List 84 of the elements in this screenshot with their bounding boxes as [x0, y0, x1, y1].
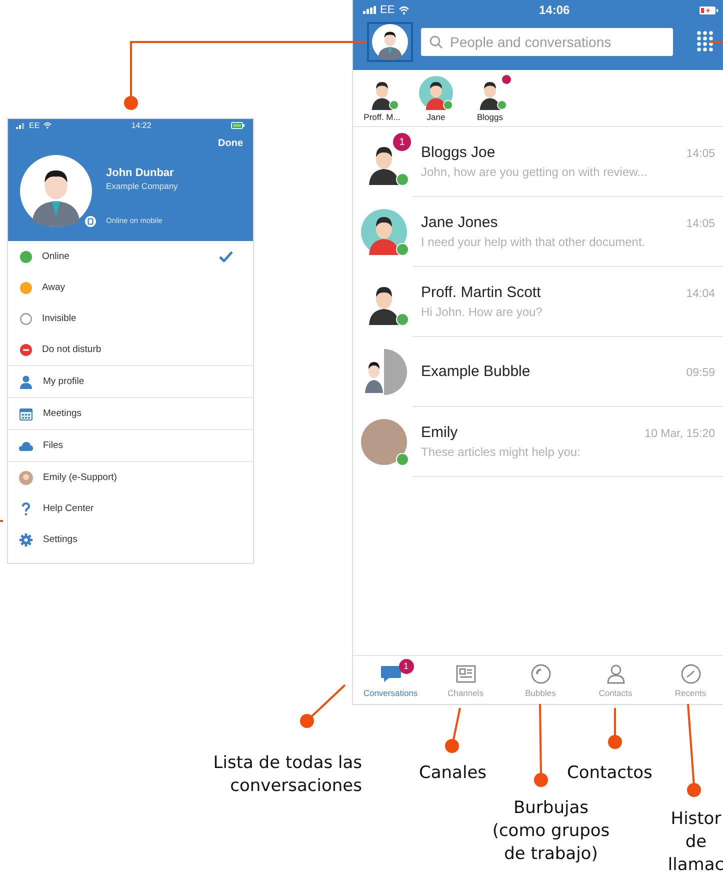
presence-dot	[396, 243, 409, 256]
calendar-icon	[19, 406, 33, 420]
avatar	[419, 76, 453, 110]
conversation-item[interactable]: 1 Bloggs Joe 14:05 John, how are you getting on with review...	[353, 127, 723, 197]
presence-dot	[396, 313, 409, 326]
message-time: 14:05	[686, 218, 715, 230]
status-option[interactable]: Do not disturb	[8, 334, 253, 365]
message-time: 09:59	[686, 367, 715, 379]
message-preview: Hi John. How are you?	[421, 305, 544, 319]
leader-line	[300, 684, 346, 728]
status-option[interactable]: Invisible	[8, 303, 253, 334]
search-field[interactable]: People and conversations	[421, 28, 673, 56]
menu-item[interactable]: Emily (e-Support)	[8, 462, 253, 493]
nav-tab[interactable]: 1 Conversations	[353, 656, 428, 704]
menu-item[interactable]: Settings	[8, 524, 253, 555]
checkmark-icon	[219, 251, 233, 262]
callout-label: Burbujas (como grupos de trabajo)	[491, 797, 611, 866]
person-icon	[604, 662, 626, 684]
wifi-icon	[398, 6, 410, 14]
message-time: 14:04	[686, 288, 715, 300]
presence-dot	[497, 100, 507, 110]
leader-line	[710, 41, 723, 43]
signal-icon	[16, 122, 26, 128]
company-name: Example Company	[106, 181, 178, 191]
status-option[interactable]: Online	[8, 241, 253, 272]
battery-icon	[230, 122, 245, 129]
help-icon	[19, 502, 33, 516]
avatar	[20, 155, 92, 227]
done-button[interactable]: Done	[216, 132, 245, 155]
presence-dot	[389, 100, 399, 110]
presence-dot	[396, 453, 409, 466]
favorite-contact[interactable]: Jane	[415, 76, 457, 122]
contact-name: Emily	[421, 424, 458, 441]
favorite-contact[interactable]: Bloggs	[469, 76, 511, 122]
signal-icon	[363, 6, 377, 14]
callout-label: Histor de llamac	[666, 808, 723, 877]
presence-dot	[443, 100, 453, 110]
search-icon	[429, 35, 443, 49]
callout-label: Canales	[419, 762, 487, 785]
newspaper-icon	[454, 662, 476, 684]
carrier-name: EE	[380, 4, 395, 16]
contact-name: Example Bubble	[421, 363, 530, 380]
avatar	[19, 470, 33, 484]
wifi-icon	[42, 122, 52, 129]
conversation-item[interactable]: Proff. Martin Scott 14:04 Hi John. How are you?	[353, 267, 723, 337]
contact-name: Bloggs Joe	[421, 144, 496, 161]
avatar	[361, 209, 407, 255]
unread-badge: 1	[393, 133, 411, 151]
photo-placeholder	[361, 419, 407, 465]
message-preview: John, how are you getting on with review...	[421, 165, 648, 179]
conversation-item[interactable]: Jane Jones 14:05 I need your help with that other document.	[353, 197, 723, 267]
callout-label: Lista de todas las conversaciones	[213, 752, 362, 798]
leader-line	[0, 520, 3, 522]
battery-icon	[698, 6, 719, 14]
contact-name: Proff. Martin Scott	[421, 284, 541, 301]
user-name: John Dunbar	[106, 167, 175, 179]
favorite-contact[interactable]: Proff. M...	[361, 76, 403, 122]
menu-item[interactable]: My profile	[8, 366, 253, 397]
menu-item[interactable]: Help Center	[8, 493, 253, 524]
leader-line	[608, 708, 622, 749]
leader-line	[445, 708, 461, 753]
contact-name: Jane Jones	[421, 214, 498, 231]
message-time: 14:05	[686, 148, 715, 160]
clock-icon	[680, 662, 702, 684]
person-icon	[19, 374, 33, 388]
presence-dot	[396, 173, 409, 186]
carrier-name: EE	[29, 121, 40, 130]
status-time: 14:06	[538, 3, 570, 17]
menu-item[interactable]: Meetings	[8, 398, 253, 429]
message-preview: I need your help with that other document.	[421, 235, 646, 249]
message-preview: These articles might help you:	[421, 445, 582, 459]
callout-label: Contactos	[567, 762, 652, 785]
conversation-item[interactable]: Emily 10 Mar, 15:20 These articles might help you:	[353, 407, 723, 477]
status-time: 14:22	[131, 121, 152, 130]
mobile-icon	[85, 216, 96, 227]
profile-avatar-button[interactable]	[367, 22, 413, 62]
unread-badge: 1	[398, 658, 414, 674]
settings-icon	[19, 532, 33, 546]
message-time: 10 Mar, 15:20	[644, 428, 715, 440]
conversation-item[interactable]: Example Bubble 09:59	[353, 337, 723, 407]
dialpad-icon[interactable]	[697, 31, 713, 53]
circle-icon	[530, 662, 552, 684]
menu-item[interactable]: Files	[8, 430, 253, 461]
status-option[interactable]: Away	[8, 272, 253, 303]
